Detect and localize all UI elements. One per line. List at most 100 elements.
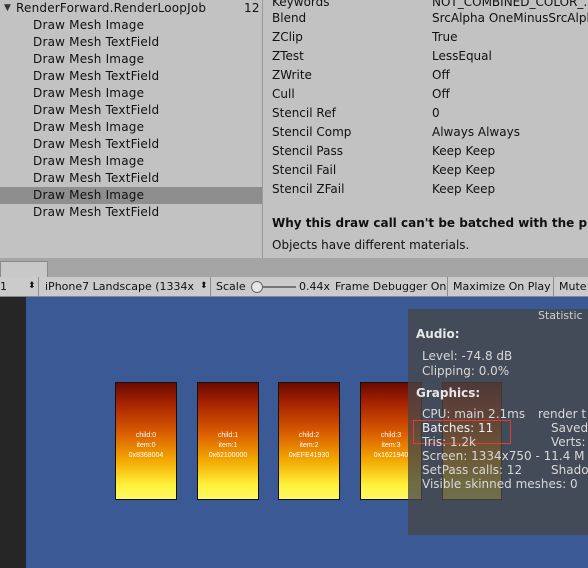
tree-item[interactable]: Draw Mesh TextField	[0, 68, 262, 85]
ui-image-card: child:2 item:2 0xEFE41930	[278, 382, 340, 500]
property-row: ZWrite Off	[272, 66, 588, 85]
card-text-line: child:2	[298, 432, 320, 439]
tree-item-label: Draw Mesh TextField	[33, 69, 160, 83]
property-row: Stencil Pass Keep Keep	[272, 142, 588, 161]
card-text-field: child:0 item:0 0x8368004	[116, 431, 176, 461]
ui-image-card: child:1 item:1 0x62100000	[197, 382, 259, 500]
tree-item-label: Draw Mesh Image	[33, 86, 145, 100]
property-value: Keep Keep	[432, 182, 496, 196]
tree-root-label: RenderForward.RenderLoopJob	[16, 1, 207, 15]
property-row: Cull Off	[272, 85, 588, 104]
card-text-line: child:1	[217, 432, 239, 439]
property-key: Stencil ZFail	[272, 182, 345, 196]
property-value: Off	[432, 87, 450, 101]
toolbar-divider	[210, 277, 211, 296]
expand-arrow-icon[interactable]: ▼	[4, 0, 11, 17]
tree-item[interactable]: Draw Mesh Image	[0, 187, 262, 204]
frame-debugger-panel: ▼ RenderForward.RenderLoopJob 12 Draw Me…	[0, 0, 588, 258]
property-row: ZClip True	[272, 28, 588, 47]
stat-tris: Tris: 1.2k	[422, 435, 476, 449]
draw-call-tree: ▼ RenderForward.RenderLoopJob 12 Draw Me…	[0, 0, 263, 258]
statistics-title: Statistic	[538, 309, 583, 322]
property-value: 0	[432, 106, 440, 120]
ui-image-card: child:0 item:0 0x8368004	[115, 382, 177, 500]
stat-saved: Saved	[551, 421, 588, 435]
scale-slider-handle[interactable]	[251, 281, 263, 293]
tree-item[interactable]: Draw Mesh Image	[0, 17, 262, 34]
tree-item-label: Draw Mesh TextField	[33, 171, 160, 185]
card-text-line: 0x8368004	[128, 452, 164, 459]
card-text-line: 0xEFE41930	[288, 452, 330, 459]
stat-verts: Verts:	[551, 435, 586, 449]
dropdown-arrow-icon: ⬍	[28, 281, 36, 291]
property-value: SrcAlpha OneMinusSrcAlph	[432, 11, 588, 25]
batch-break-reason: Objects have different materials.	[272, 238, 470, 252]
property-value: True	[432, 30, 458, 44]
property-key: ZClip	[272, 30, 303, 44]
game-toolbar: 1 ⬍ iPhone7 Landscape (1334x ⬍ Scale 0.4…	[0, 277, 588, 297]
property-key: Stencil Pass	[272, 144, 343, 158]
display-dropdown[interactable]: 1	[0, 277, 7, 296]
property-key: ZWrite	[272, 68, 312, 82]
property-value: Always Always	[432, 125, 520, 139]
tree-item[interactable]: Draw Mesh Image	[0, 153, 262, 170]
tree-item[interactable]: Draw Mesh TextField	[0, 102, 262, 119]
card-text-field: child:1 item:1 0x62100000	[198, 431, 258, 461]
tab-game[interactable]	[0, 261, 48, 278]
tree-item[interactable]: Draw Mesh TextField	[0, 170, 262, 187]
property-key: Stencil Fail	[272, 163, 337, 177]
frame-debugger-toggle[interactable]: Frame Debugger On	[335, 277, 446, 296]
stat-shadow: Shado	[551, 463, 588, 477]
property-row: ZTest LessEqual	[272, 47, 588, 66]
toolbar-divider	[38, 277, 39, 296]
tree-item-label: Draw Mesh Image	[33, 120, 145, 134]
tree-item-label: Draw Mesh TextField	[33, 137, 160, 151]
mute-toggle[interactable]: Mute	[559, 277, 587, 296]
property-row: Blend SrcAlpha OneMinusSrcAlph	[272, 9, 588, 28]
stat-batches: Batches: 11	[422, 421, 494, 435]
audio-header: Audio:	[416, 327, 460, 341]
tree-item[interactable]: Draw Mesh TextField	[0, 204, 262, 221]
property-row: Stencil Comp Always Always	[272, 123, 588, 142]
card-text-line: 0x62100000	[208, 452, 248, 459]
property-key: ZTest	[272, 49, 304, 63]
tree-item[interactable]: Draw Mesh Image	[0, 119, 262, 136]
stat-skinned: Visible skinned meshes: 0	[422, 477, 578, 491]
audio-clipping: Clipping: 0.0%	[422, 364, 510, 378]
resolution-dropdown[interactable]: iPhone7 Landscape (1334x	[45, 277, 194, 296]
tree-root-row[interactable]: ▼ RenderForward.RenderLoopJob 12	[0, 0, 262, 17]
property-key: Stencil Ref	[272, 106, 336, 120]
tree-item[interactable]: Draw Mesh TextField	[0, 34, 262, 51]
tree-item-label: Draw Mesh Image	[33, 18, 145, 32]
card-text-line: item:1	[218, 442, 238, 449]
game-view-margin	[0, 297, 26, 568]
tree-item[interactable]: Draw Mesh TextField	[0, 136, 262, 153]
property-value: Keep Keep	[432, 144, 496, 158]
maximize-on-play-toggle[interactable]: Maximize On Play	[453, 277, 551, 296]
game-view[interactable]: child:0 item:0 0x8368004 child:1 item:1 0x621…	[26, 297, 588, 568]
card-text-line: item:0	[136, 442, 156, 449]
audio-level: Level: -74.8 dB	[422, 349, 513, 363]
tree-item[interactable]: Draw Mesh Image	[0, 51, 262, 68]
tree-item-label: Draw Mesh TextField	[33, 205, 160, 219]
card-text-line: child:0	[135, 432, 157, 439]
tree-item-label: Draw Mesh Image	[33, 154, 145, 168]
property-value: Keep Keep	[432, 163, 496, 177]
statistics-overlay: Statistic Audio: Level: -74.8 dB Clippin…	[408, 309, 588, 535]
graphics-header: Graphics:	[416, 386, 481, 400]
property-key: Stencil Comp	[272, 125, 352, 139]
toolbar-divider	[447, 277, 448, 296]
property-value: LessEqual	[432, 49, 492, 63]
stat-cpu: CPU: main 2.1ms	[422, 407, 526, 421]
tree-item-label: Draw Mesh TextField	[33, 35, 160, 49]
tree-item[interactable]: Draw Mesh Image	[0, 85, 262, 102]
property-key: Blend	[272, 11, 307, 25]
tree-item-label: Draw Mesh TextField	[33, 103, 160, 117]
property-row: Stencil Fail Keep Keep	[272, 161, 588, 180]
batch-break-reason-title: Why this draw call can't be batched with…	[272, 216, 588, 230]
toolbar-divider	[553, 277, 554, 296]
dropdown-arrow-icon: ⬍	[200, 281, 208, 291]
tree-item-label: Draw Mesh Image	[33, 52, 145, 66]
scale-value: 0.44x	[299, 280, 331, 293]
card-text-line: item:2	[299, 442, 319, 449]
